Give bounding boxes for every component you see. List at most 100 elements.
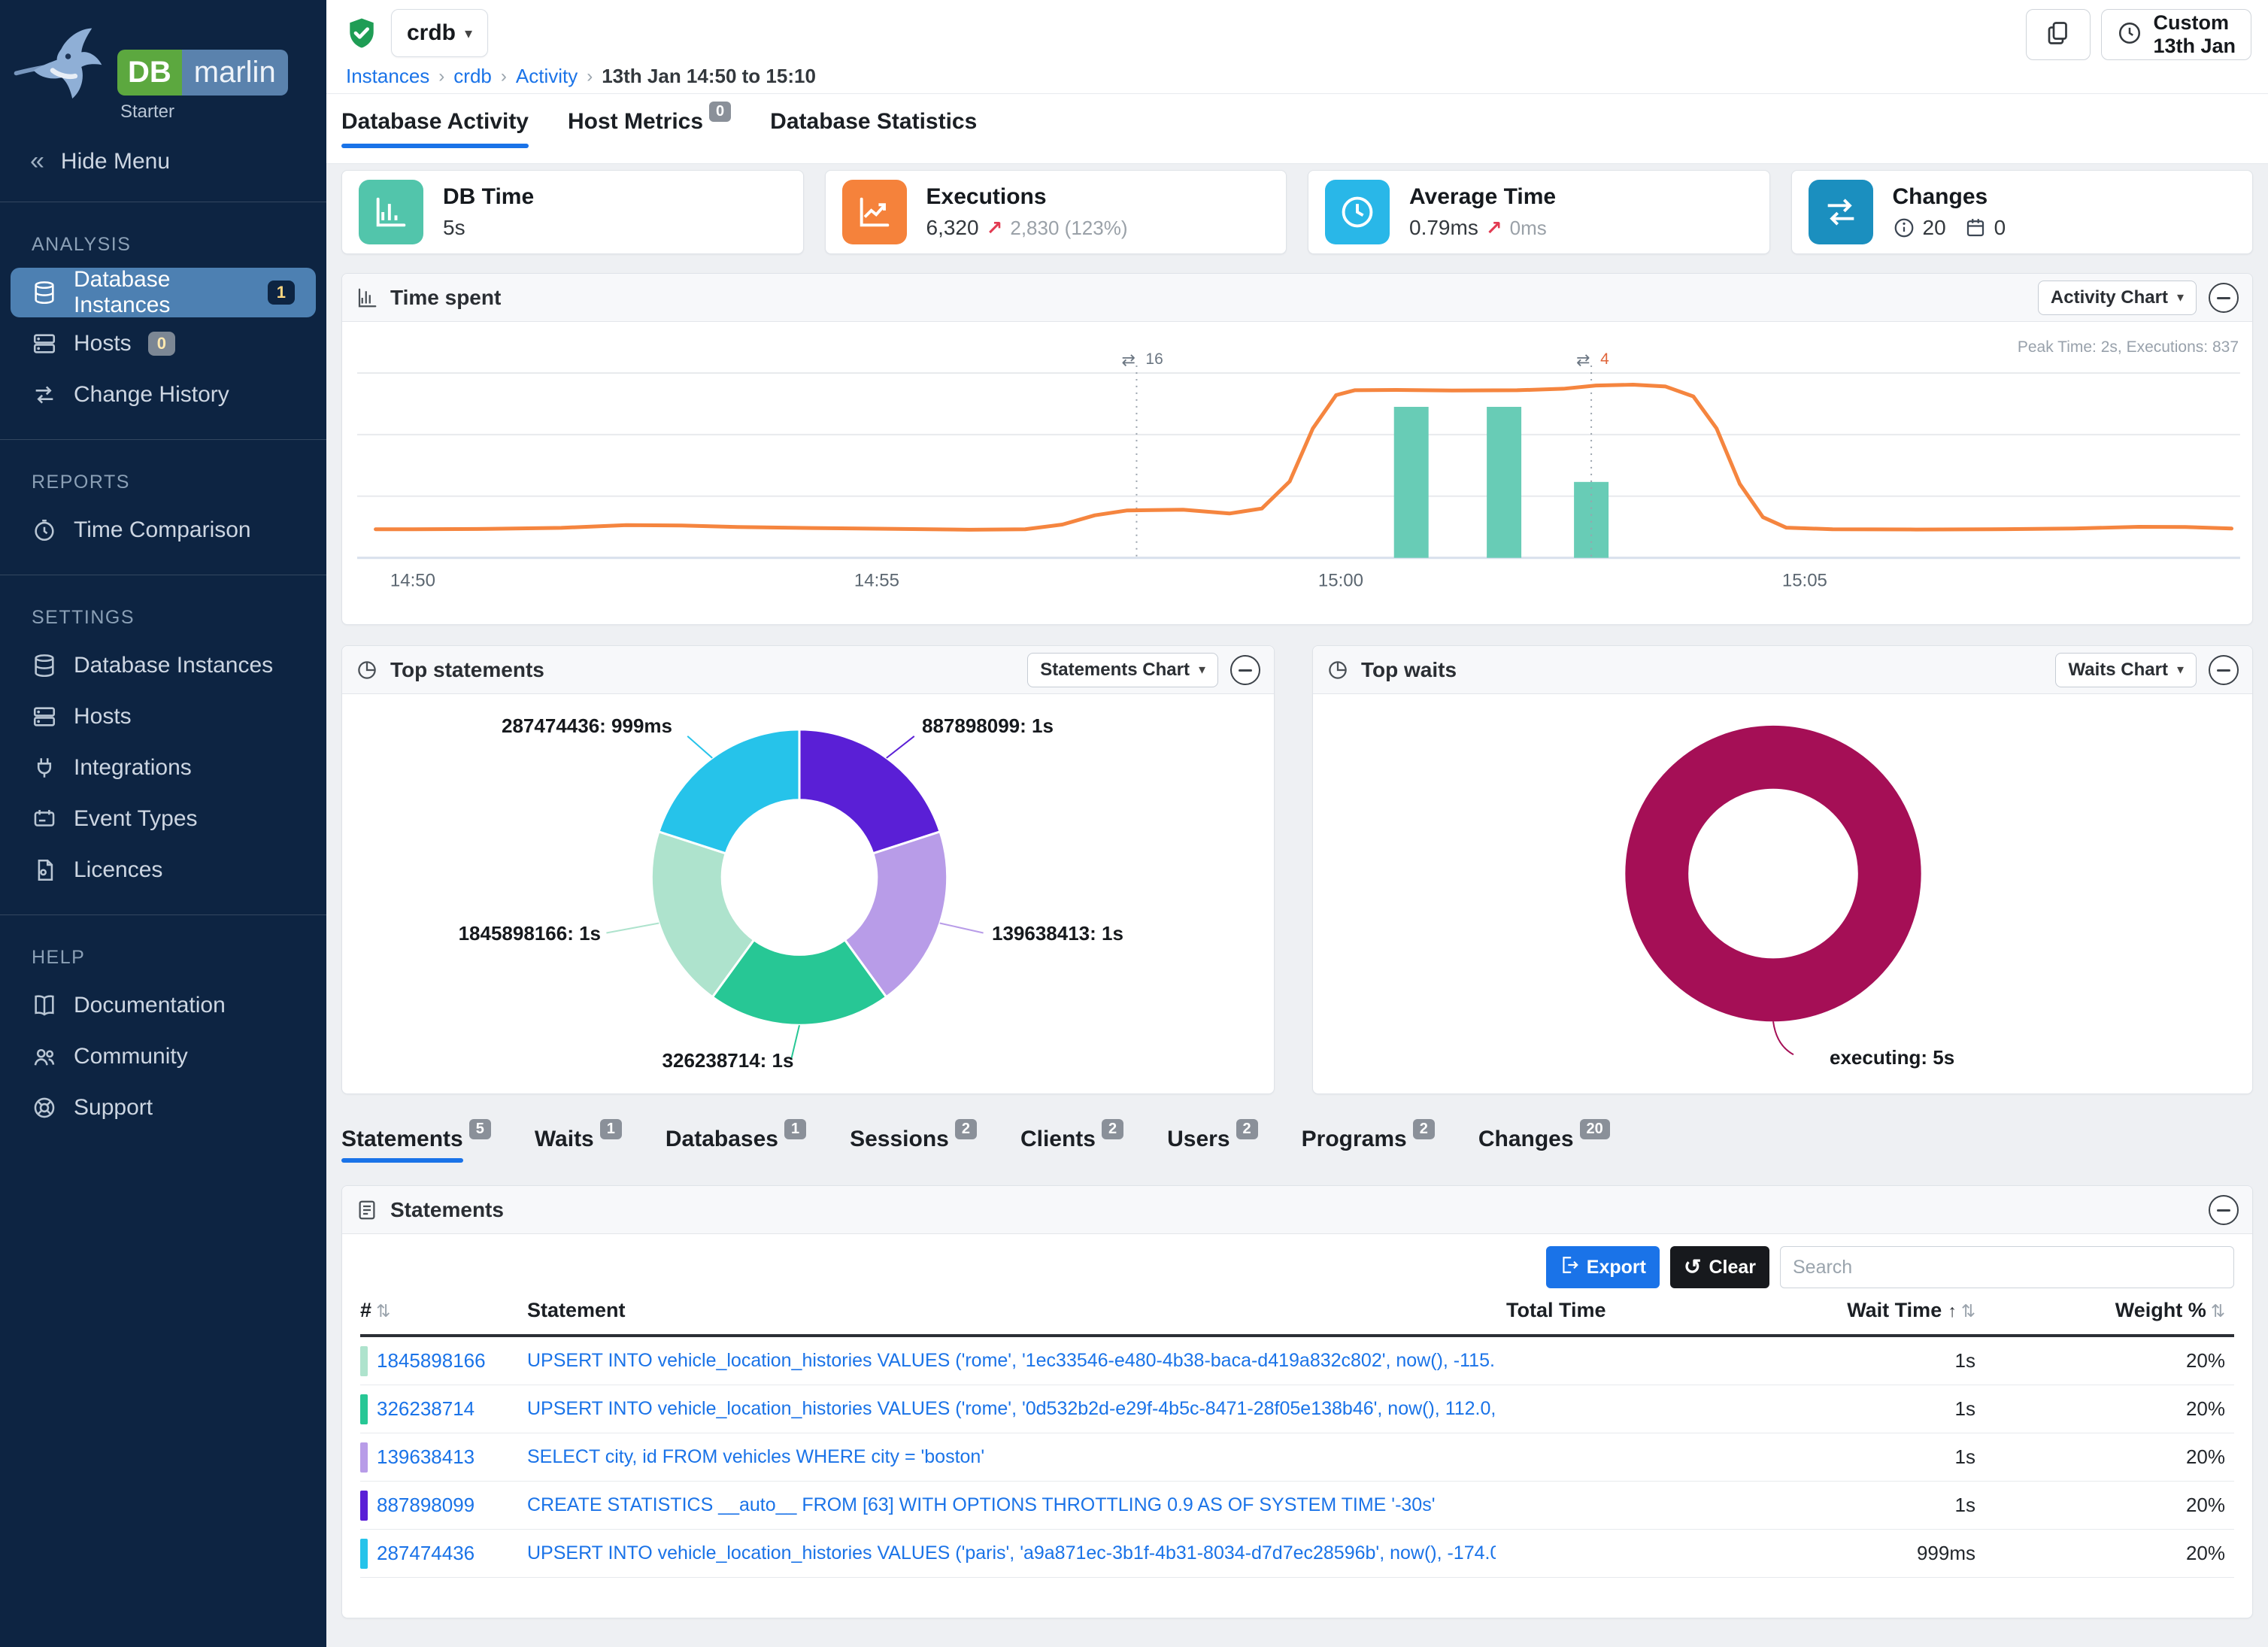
collapse-panel-button[interactable] (2209, 655, 2239, 685)
donut-label: 887898099: 1s (922, 714, 1054, 738)
panel-title: Time spent (390, 286, 501, 310)
tab-programs[interactable]: Programs2 (1302, 1127, 1435, 1163)
search-input[interactable] (1780, 1246, 2234, 1288)
clear-button[interactable]: ↺ Clear (1670, 1246, 1769, 1288)
caret-down-icon: ▾ (2177, 662, 2184, 678)
breadcrumb-separator: › (587, 66, 593, 87)
activity-chart-select[interactable]: Activity Chart ▾ (2038, 281, 2197, 315)
sidebar-item-label: Hosts (74, 704, 132, 729)
sidebar-item-community[interactable]: Community (11, 1032, 316, 1081)
col-header-total-time[interactable]: Total Time (1496, 1299, 1669, 1322)
table-row: 287474436 UPSERT INTO vehicle_location_h… (360, 1530, 2234, 1578)
statement-color-chip (360, 1346, 368, 1376)
sidebar-item-integrations[interactable]: Integrations (11, 743, 316, 793)
export-button[interactable]: Export (1546, 1246, 1660, 1288)
statement-id-link[interactable]: 1845898166 (377, 1349, 486, 1372)
sidebar-item-settings-database-instances[interactable]: Database Instances (11, 641, 316, 690)
sidebar-item-label: Database Instances (74, 653, 273, 678)
sidebar-item-label: Time Comparison (74, 517, 251, 543)
card-title: Average Time (1409, 184, 1556, 210)
statement-id-link[interactable]: 287474436 (377, 1542, 475, 1565)
sidebar-item-licences[interactable]: Licences (11, 845, 316, 895)
tab-database-activity[interactable]: Database Activity (341, 109, 529, 148)
waits-chart-select[interactable]: Waits Chart ▾ (2055, 653, 2197, 687)
breadcrumb-activity[interactable]: Activity (516, 65, 578, 88)
sidebar-item-database-instances[interactable]: Database Instances 1 (11, 268, 316, 317)
svg-text:15:05: 15:05 (1782, 571, 1827, 591)
tab-databases[interactable]: Databases1 (666, 1127, 806, 1163)
weight-value: 20% (1984, 1397, 2234, 1421)
weight-value: 20% (1984, 1349, 2234, 1372)
statement-id-link[interactable]: 326238714 (377, 1397, 475, 1421)
tab-database-statistics[interactable]: Database Statistics (770, 109, 977, 148)
donut-label: 1845898166: 1s (459, 922, 601, 945)
copy-link-button[interactable] (2026, 9, 2091, 60)
card-value: 6,320 (926, 216, 979, 240)
donut-label: 139638413: 1s (992, 922, 1123, 945)
sql-list-icon (356, 1199, 378, 1221)
statement-sql-link[interactable]: UPSERT INTO vehicle_location_histories V… (527, 1398, 1496, 1419)
svg-text:16: 16 (1145, 350, 1163, 368)
panel-title: Statements (390, 1198, 504, 1222)
statement-sql-link[interactable]: SELECT city, id FROM vehicles WHERE city… (527, 1446, 984, 1467)
section-title-reports: REPORTS (32, 472, 326, 493)
sidebar-item-label: Support (74, 1095, 153, 1121)
card-title: Executions (926, 184, 1128, 210)
divider (0, 914, 326, 915)
top-statements-donut: 287474436: 999ms 887898099: 1s 184589816… (342, 694, 1274, 1095)
tab-sessions[interactable]: Sessions2 (850, 1127, 977, 1163)
col-header-id[interactable]: #⇅ (360, 1299, 527, 1322)
panel-title: Top waits (1361, 658, 1457, 682)
statements-chart-select[interactable]: Statements Chart ▾ (1027, 653, 1218, 687)
copy-icon (2045, 20, 2072, 50)
sidebar-item-support[interactable]: Support (11, 1083, 316, 1133)
statement-id-link[interactable]: 887898099 (377, 1494, 475, 1517)
sidebar-item-settings-hosts[interactable]: Hosts (11, 692, 316, 742)
statement-sql-link[interactable]: UPSERT INTO vehicle_location_histories V… (527, 1542, 1496, 1564)
breadcrumb-separator: › (438, 66, 444, 87)
instance-selector[interactable]: crdb ▾ (391, 9, 488, 57)
changes-info-count: 20 (1923, 216, 1946, 240)
statements-table: #⇅ Statement Total Time Wait Time↑⇅ Weig… (360, 1299, 2234, 1578)
sidebar-item-hosts[interactable]: Hosts 0 (11, 319, 316, 369)
collapse-panel-button[interactable] (2209, 283, 2239, 313)
time-range-button[interactable]: Custom 13th Jan (2101, 9, 2251, 60)
card-value: 0.79ms (1409, 216, 1478, 240)
sidebar-item-event-types[interactable]: Event Types (11, 794, 316, 844)
pie-chart-icon (356, 659, 378, 681)
marlin-fish-icon (11, 21, 116, 117)
svg-text:15:00: 15:00 (1318, 571, 1363, 591)
statement-sql-link[interactable]: UPSERT INTO vehicle_location_histories V… (527, 1350, 1496, 1371)
weight-value: 20% (1984, 1445, 2234, 1469)
col-header-weight[interactable]: Weight %⇅ (1984, 1299, 2234, 1322)
hide-menu-button[interactable]: « Hide Menu (0, 127, 326, 196)
sidebar-item-time-comparison[interactable]: Time Comparison (11, 505, 316, 555)
tab-changes[interactable]: Changes20 (1478, 1127, 1610, 1163)
collapse-panel-button[interactable] (1230, 655, 1260, 685)
donut-label: 326238714: 1s (663, 1049, 794, 1072)
tab-host-metrics[interactable]: Host Metrics0 (568, 109, 731, 148)
tab-clients[interactable]: Clients2 (1020, 1127, 1123, 1163)
swap-arrows-icon (32, 382, 57, 408)
col-header-statement[interactable]: Statement (527, 1299, 1496, 1322)
caret-down-icon: ▾ (1199, 662, 1205, 678)
edition-label: Starter (120, 102, 288, 123)
sidebar-item-label: Change History (74, 382, 229, 408)
tab-waits[interactable]: Waits1 (535, 1127, 622, 1163)
top-statements-panel: Top statements Statements Chart ▾ 287474… (341, 645, 1275, 1094)
chevron-down-icon: ▾ (465, 24, 472, 43)
breadcrumb-instances[interactable]: Instances (346, 65, 429, 88)
breadcrumb-crdb[interactable]: crdb (453, 65, 492, 88)
collapse-panel-button[interactable] (2209, 1195, 2239, 1225)
tab-statements[interactable]: Statements5 (341, 1127, 491, 1163)
tab-users[interactable]: Users2 (1167, 1127, 1258, 1163)
sidebar-item-documentation[interactable]: Documentation (11, 981, 316, 1030)
count-badge: 2 (955, 1119, 977, 1139)
server-icon (32, 704, 57, 729)
col-header-wait-time[interactable]: Wait Time↑⇅ (1669, 1299, 1984, 1322)
sidebar-item-change-history[interactable]: Change History (11, 370, 316, 420)
statement-sql-link[interactable]: CREATE STATISTICS __auto__ FROM [63] WIT… (527, 1494, 1435, 1515)
statement-id-link[interactable]: 139638413 (377, 1445, 475, 1469)
count-badge: 2 (1102, 1119, 1123, 1139)
breadcrumb-separator: › (501, 66, 507, 87)
